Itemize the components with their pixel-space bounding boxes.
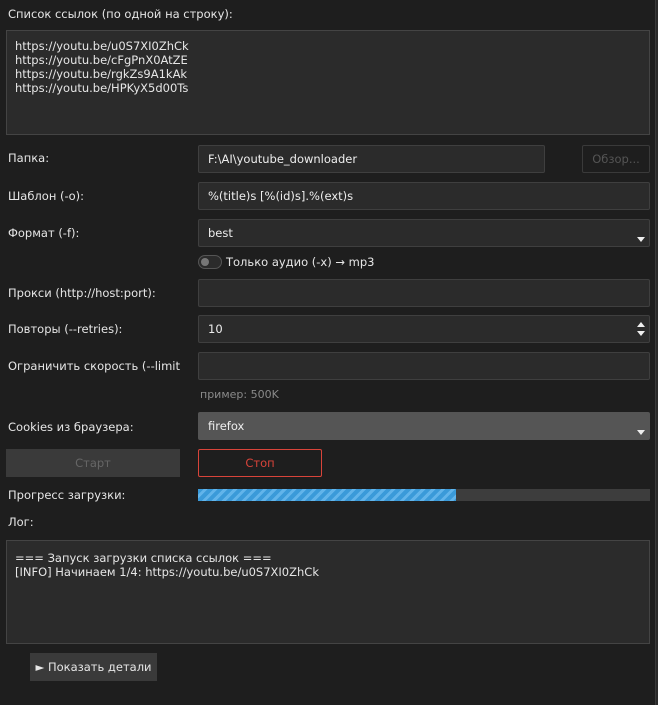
retries-value: 10	[208, 322, 223, 336]
chevron-down-icon	[637, 430, 645, 435]
links-textarea[interactable]: https://youtu.be/u0S7XI0ZhCk https://you…	[6, 30, 650, 135]
folder-label: Папка:	[8, 151, 50, 165]
show-details-button[interactable]: ► Показать детали	[30, 653, 157, 681]
chevron-down-icon	[637, 237, 645, 242]
spin-down-icon[interactable]	[637, 331, 645, 336]
start-button[interactable]: Старт	[6, 449, 180, 477]
limit-label: Ограничить скорость (--limit-rate):	[8, 359, 180, 373]
cookies-select[interactable]: firefox	[198, 412, 650, 440]
template-input[interactable]: %(title)s [%(id)s].%(ext)s	[198, 182, 650, 210]
links-label: Список ссылок (по одной на строку):	[8, 7, 233, 21]
browse-button[interactable]: Обзор...	[582, 145, 650, 173]
log-output[interactable]: === Запуск загрузки списка ссылок === [I…	[6, 540, 650, 644]
format-select[interactable]: best	[198, 219, 650, 247]
format-label: Формат (-f):	[8, 226, 80, 240]
audio-only-label: Только аудио (-x) → mp3	[226, 255, 375, 269]
template-label: Шаблон (-o):	[8, 189, 85, 203]
retries-label: Повторы (--retries):	[8, 322, 123, 336]
progress-fill	[198, 489, 456, 501]
progress-label: Прогресс загрузки:	[8, 488, 126, 502]
retries-spinbox[interactable]: 10	[198, 315, 650, 343]
cookies-label: Cookies из браузера:	[8, 420, 134, 434]
limit-hint: пример: 500K	[200, 388, 279, 401]
cookies-value: firefox	[208, 419, 245, 433]
proxy-label: Прокси (http://host:port):	[8, 286, 156, 300]
spin-up-icon[interactable]	[637, 322, 645, 327]
stop-button[interactable]: Стоп	[198, 449, 322, 477]
proxy-input[interactable]	[198, 279, 650, 307]
format-value: best	[208, 226, 233, 240]
folder-input[interactable]: F:\AI\youtube_downloader	[198, 145, 545, 173]
toggle-knob	[201, 258, 209, 266]
progress-bar	[198, 489, 650, 501]
limit-input[interactable]	[198, 352, 650, 380]
audio-only-toggle[interactable]	[198, 255, 222, 269]
log-label: Лог:	[8, 515, 34, 529]
